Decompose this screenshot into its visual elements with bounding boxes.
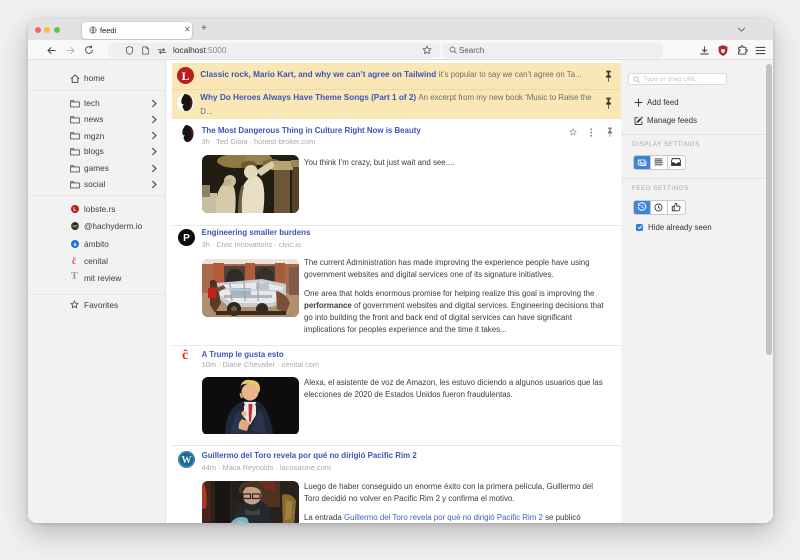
svg-text:L: L — [73, 207, 77, 213]
svg-text:P: P — [183, 234, 190, 245]
svg-text:W: W — [181, 455, 191, 466]
svg-text:a: a — [74, 241, 77, 247]
svg-text:L: L — [181, 70, 189, 83]
